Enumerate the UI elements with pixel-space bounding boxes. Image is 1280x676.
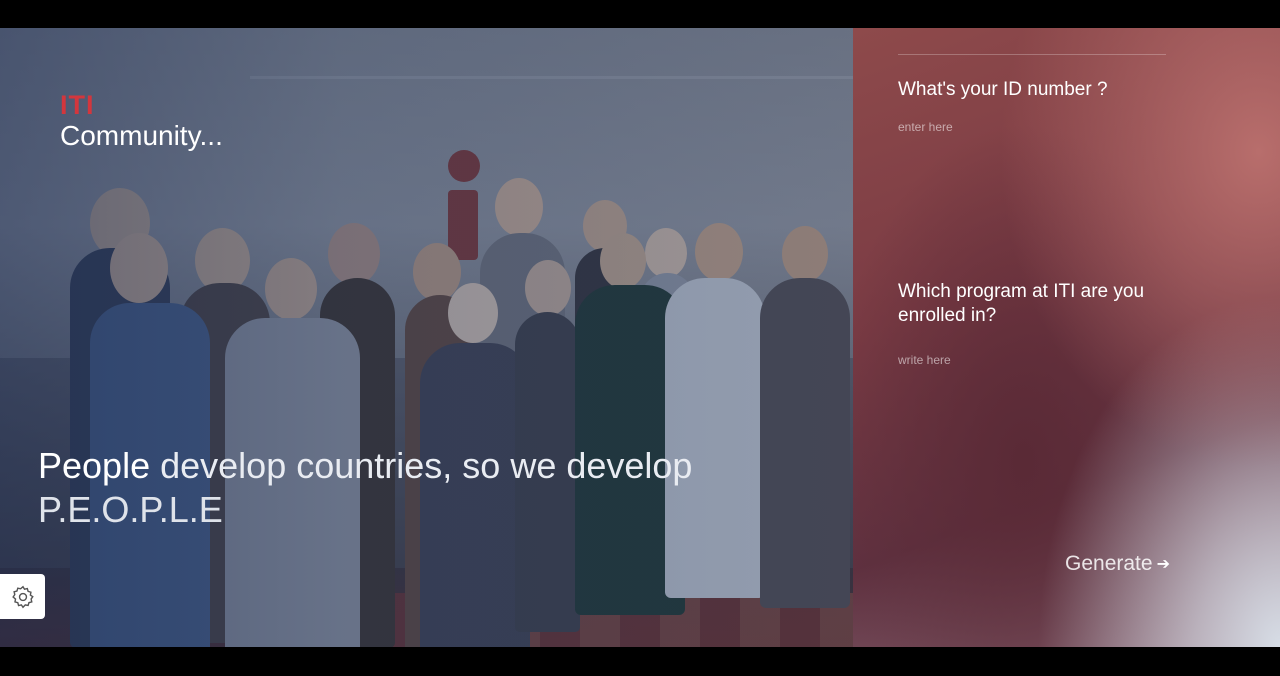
- gear-icon: [11, 585, 34, 608]
- tagline-strong: People: [38, 445, 151, 486]
- generate-label: Generate: [1065, 552, 1153, 575]
- form-panel: What's your ID number ? Which program at…: [853, 28, 1280, 647]
- screen-frame: ITI Community... People develop countrie…: [0, 0, 1280, 676]
- panel-divider: [898, 54, 1166, 55]
- hero-section: ITI Community... People develop countrie…: [0, 28, 853, 647]
- tagline-rest: develop countries, so we develop: [150, 445, 693, 486]
- settings-button[interactable]: [0, 574, 45, 619]
- arrow-right-icon: ➔: [1156, 556, 1170, 573]
- program-question-label: Which program at ITI are you enrolled in…: [898, 281, 1145, 326]
- tagline-people: P.E.O.P.L.E: [38, 489, 223, 530]
- program-input[interactable]: [898, 350, 1168, 370]
- brand-block: ITI Community...: [60, 90, 223, 152]
- brand-logo-text: ITI: [60, 90, 95, 120]
- app-stage: ITI Community... People develop countrie…: [0, 28, 1280, 647]
- generate-button[interactable]: Generate ➔: [1065, 552, 1170, 576]
- id-question-label: What's your ID number ?: [898, 79, 1108, 100]
- hero-tagline: People develop countries, so we develop …: [38, 444, 692, 532]
- brand-subtitle: Community...: [60, 120, 223, 151]
- id-number-input[interactable]: [898, 117, 1168, 137]
